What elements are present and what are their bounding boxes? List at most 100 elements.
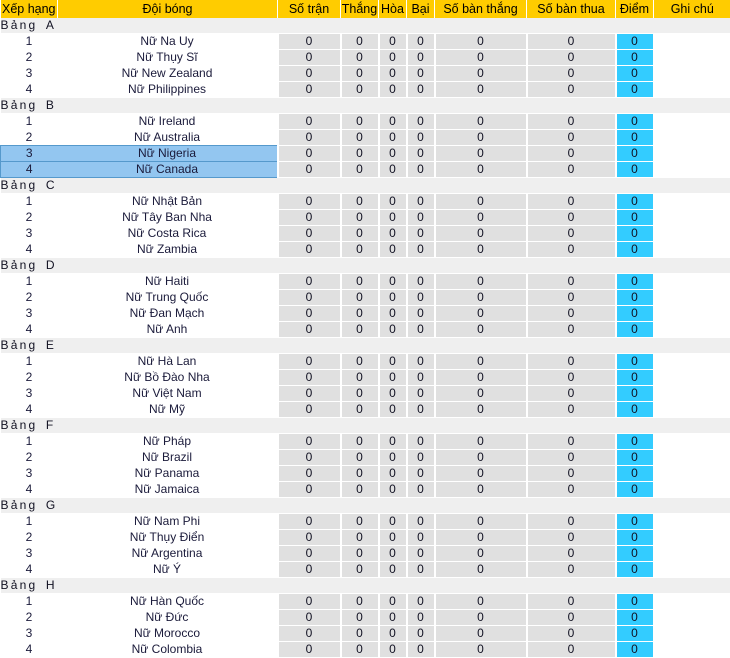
cell-wins: 0 — [341, 146, 379, 162]
cell-matches-played: 0 — [278, 130, 341, 146]
group-letter: F — [46, 418, 53, 432]
table-row[interactable]: 4Nữ Colombia0000000 — [1, 642, 730, 658]
cell-draws: 0 — [379, 82, 407, 98]
column-header-win[interactable]: Thắng — [341, 0, 379, 18]
cell-team-name: Nữ Đức — [58, 610, 278, 626]
cell-goals-against: 0 — [527, 354, 616, 370]
cell-team-name: Nữ Anh — [58, 322, 278, 338]
column-header-rank[interactable]: Xếp hạng — [1, 0, 58, 18]
group-letter: E — [46, 338, 54, 352]
cell-matches-played: 0 — [278, 322, 341, 338]
table-row[interactable]: 2Nữ Australia0000000 — [1, 130, 730, 146]
table-row[interactable]: 3Nữ New Zealand0000000 — [1, 66, 730, 82]
cell-losses: 0 — [407, 242, 435, 258]
table-row[interactable]: 3Nữ Nigeria0000000 — [1, 146, 730, 162]
cell-note — [654, 114, 730, 130]
table-row[interactable]: 1Nữ Hà Lan0000000 — [1, 354, 730, 370]
table-row[interactable]: 1Nữ Nam Phi0000000 — [1, 514, 730, 530]
table-row[interactable]: 2Nữ Brazil0000000 — [1, 450, 730, 466]
table-row[interactable]: 3Nữ Morocco0000000 — [1, 626, 730, 642]
cell-note — [654, 546, 730, 562]
table-row[interactable]: 1Nữ Haiti0000000 — [1, 274, 730, 290]
table-row[interactable]: 2Nữ Thụy Sĩ0000000 — [1, 50, 730, 66]
cell-note — [654, 562, 730, 578]
cell-matches-played: 0 — [278, 482, 341, 498]
group-label: Bảng D — [1, 258, 730, 274]
table-row[interactable]: 4Nữ Jamaica0000000 — [1, 482, 730, 498]
group-word: Bảng — [1, 98, 38, 112]
cell-losses: 0 — [407, 466, 435, 482]
cell-losses: 0 — [407, 114, 435, 130]
group-word: Bảng — [1, 18, 38, 32]
column-header-pts[interactable]: Điểm — [616, 0, 654, 18]
cell-note — [654, 210, 730, 226]
table-row[interactable]: 3Nữ Panama0000000 — [1, 466, 730, 482]
cell-losses: 0 — [407, 530, 435, 546]
cell-rank: 4 — [1, 402, 58, 418]
cell-losses: 0 — [407, 290, 435, 306]
cell-note — [654, 354, 730, 370]
table-row[interactable]: 1Nữ Na Uy0000000 — [1, 34, 730, 50]
cell-rank: 3 — [1, 66, 58, 82]
group-word: Bảng — [1, 338, 38, 352]
cell-goals-against: 0 — [527, 34, 616, 50]
cell-wins: 0 — [341, 450, 379, 466]
table-row[interactable]: 4Nữ Ý0000000 — [1, 562, 730, 578]
cell-matches-played: 0 — [278, 146, 341, 162]
cell-goals-against: 0 — [527, 290, 616, 306]
column-header-draw[interactable]: Hòa — [379, 0, 407, 18]
cell-points: 0 — [616, 274, 654, 290]
column-header-gf[interactable]: Số bàn thắng — [435, 0, 527, 18]
table-row[interactable]: 4Nữ Canada0000000 — [1, 162, 730, 178]
cell-points: 0 — [616, 562, 654, 578]
cell-points: 0 — [616, 354, 654, 370]
group-header-row: Bảng F — [1, 418, 730, 434]
table-row[interactable]: 2Nữ Tây Ban Nha0000000 — [1, 210, 730, 226]
cell-draws: 0 — [379, 130, 407, 146]
cell-note — [654, 466, 730, 482]
cell-matches-played: 0 — [278, 210, 341, 226]
cell-goals-for: 0 — [435, 226, 527, 242]
cell-draws: 0 — [379, 610, 407, 626]
table-row[interactable]: 1Nữ Nhật Bản0000000 — [1, 194, 730, 210]
cell-draws: 0 — [379, 194, 407, 210]
table-row[interactable]: 4Nữ Zambia0000000 — [1, 242, 730, 258]
cell-note — [654, 386, 730, 402]
table-row[interactable]: 3Nữ Đan Mạch0000000 — [1, 306, 730, 322]
column-header-played[interactable]: Số trận — [278, 0, 341, 18]
table-row[interactable]: 1Nữ Hàn Quốc0000000 — [1, 594, 730, 610]
cell-note — [654, 274, 730, 290]
cell-wins: 0 — [341, 226, 379, 242]
column-header-note[interactable]: Ghi chú — [654, 0, 730, 18]
cell-rank: 1 — [1, 34, 58, 50]
table-row[interactable]: 2Nữ Thụy Điển0000000 — [1, 530, 730, 546]
group-label: Bảng C — [1, 178, 730, 194]
table-row[interactable]: 1Nữ Ireland0000000 — [1, 114, 730, 130]
cell-note — [654, 322, 730, 338]
cell-wins: 0 — [341, 114, 379, 130]
table-row[interactable]: 3Nữ Costa Rica0000000 — [1, 226, 730, 242]
table-row[interactable]: 2Nữ Bồ Đào Nha0000000 — [1, 370, 730, 386]
group-letter: D — [46, 258, 55, 272]
table-row[interactable]: 4Nữ Philippines0000000 — [1, 82, 730, 98]
column-header-ga[interactable]: Số bàn thua — [527, 0, 616, 18]
group-label: Bảng B — [1, 98, 730, 114]
cell-draws: 0 — [379, 114, 407, 130]
table-row[interactable]: 3Nữ Việt Nam0000000 — [1, 386, 730, 402]
table-row[interactable]: 2Nữ Trung Quốc0000000 — [1, 290, 730, 306]
cell-rank: 1 — [1, 194, 58, 210]
cell-team-name: Nữ Nam Phi — [58, 514, 278, 530]
cell-points: 0 — [616, 546, 654, 562]
column-header-team[interactable]: Đội bóng — [58, 0, 278, 18]
cell-note — [654, 370, 730, 386]
cell-team-name: Nữ Nhật Bản — [58, 194, 278, 210]
table-row[interactable]: 4Nữ Anh0000000 — [1, 322, 730, 338]
cell-goals-against: 0 — [527, 482, 616, 498]
table-row[interactable]: 3Nữ Argentina0000000 — [1, 546, 730, 562]
cell-matches-played: 0 — [278, 50, 341, 66]
cell-wins: 0 — [341, 594, 379, 610]
table-row[interactable]: 2Nữ Đức0000000 — [1, 610, 730, 626]
column-header-loss[interactable]: Bại — [407, 0, 435, 18]
table-row[interactable]: 4Nữ Mỹ0000000 — [1, 402, 730, 418]
table-row[interactable]: 1Nữ Pháp0000000 — [1, 434, 730, 450]
